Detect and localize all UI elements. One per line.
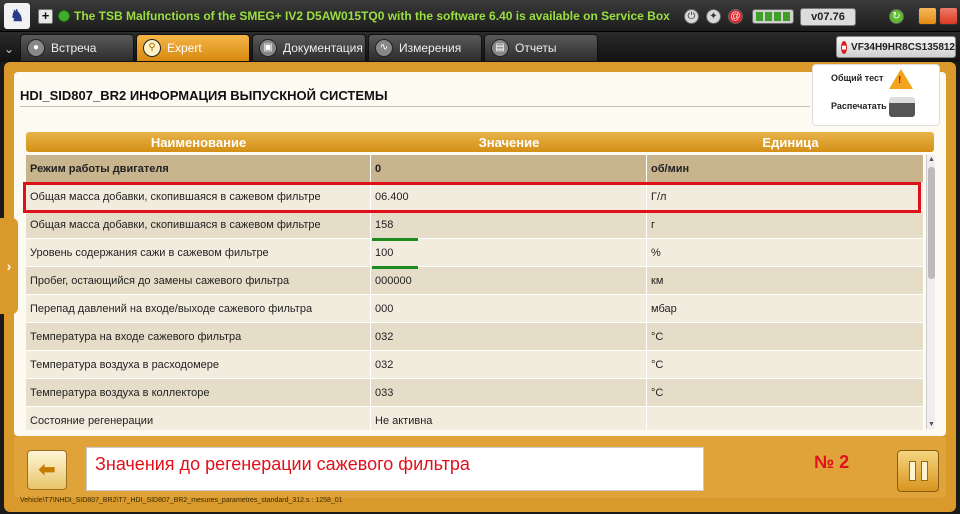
cell-value: 000000	[371, 267, 647, 294]
cell-name: Пробег, остающийся до замены сажевого фи…	[26, 267, 371, 294]
table-row[interactable]: Общая масса добавки, скопившаяся в сажев…	[26, 183, 924, 211]
table-row[interactable]: Температура на входе сажевого фильтра 03…	[26, 323, 924, 351]
cell-unit: %	[647, 239, 924, 266]
cell-value: 032	[371, 323, 647, 350]
cell-unit: г	[647, 211, 924, 238]
meeting-icon: ●	[27, 39, 45, 57]
stop-icon: ■	[841, 40, 848, 54]
cell-value: 032	[371, 351, 647, 378]
table-row[interactable]: Состояние регенерации Не активна	[26, 407, 924, 430]
table-header: Наименование Значение Единица	[26, 132, 934, 152]
page-title: HDI_SID807_BR2 ИНФОРМАЦИЯ ВЫПУСКНОЙ СИСТ…	[20, 88, 388, 103]
cell-value: Не активна	[371, 407, 647, 430]
table-row[interactable]: Режим работы двигателя 0 об/мин	[26, 155, 924, 183]
documentation-icon: ▣	[259, 39, 277, 57]
close-button[interactable]	[939, 7, 958, 25]
tab-reports[interactable]: ▤ Отчеты	[484, 34, 598, 62]
tab-meeting[interactable]: ● Встреча	[20, 34, 134, 62]
cell-value: 0	[371, 155, 647, 182]
cell-value: 06.400	[371, 183, 647, 210]
add-button[interactable]: +	[38, 9, 53, 24]
power-icon[interactable]: ⏻	[684, 9, 699, 24]
print-button[interactable]: Распечатать	[831, 101, 887, 111]
tab-label: Expert	[167, 41, 202, 55]
chevron-down-icon[interactable]: ⌄	[4, 42, 14, 56]
printer-icon[interactable]	[889, 97, 915, 117]
cell-unit	[647, 407, 924, 430]
pause-button[interactable]	[897, 450, 939, 492]
tab-documentation[interactable]: ▣ Документация	[252, 34, 366, 62]
measurement-icon: ∿	[375, 39, 393, 57]
column-header-name[interactable]: Наименование	[26, 132, 371, 152]
notification-dot-icon	[58, 10, 70, 22]
vin-number: VF34H9HR8CS135812	[851, 41, 955, 53]
table-row[interactable]: Температура воздуха в расходомере 032 °C	[26, 351, 924, 379]
cell-name: Температура воздуха в расходомере	[26, 351, 371, 378]
cell-unit: °C	[647, 323, 924, 350]
warning-icon[interactable]: !	[889, 69, 913, 89]
peugeot-lion-icon: ♞	[4, 3, 30, 29]
scroll-thumb[interactable]	[928, 167, 935, 279]
scroll-up-icon[interactable]: ▲	[927, 155, 936, 164]
cell-unit: об/мин	[647, 155, 924, 182]
tab-label: Встреча	[51, 41, 97, 55]
general-test-button[interactable]: Общий тест	[831, 73, 883, 83]
title-divider	[20, 106, 810, 107]
tabs-bar: ⌄ ● Встреча ⚲ Expert ▣ Документация ∿ Из…	[0, 32, 960, 62]
cell-name: Общая масса добавки, скопившаяся в сажев…	[26, 211, 371, 238]
cell-name: Состояние регенерации	[26, 407, 371, 430]
version-label: v07.76	[800, 8, 856, 26]
cell-unit: Г/л	[647, 183, 924, 210]
minimize-button[interactable]	[918, 7, 937, 25]
table-row[interactable]: Уровень содержания сажи в сажевом фильтр…	[26, 239, 924, 267]
title-bar: ♞ + The TSB Malfunctions of the SMEG+ IV…	[0, 0, 960, 32]
tab-expert[interactable]: ⚲ Expert	[136, 34, 250, 62]
email-icon[interactable]: @	[728, 9, 743, 24]
tsb-notice[interactable]: The TSB Malfunctions of the SMEG+ IV2 D5…	[74, 9, 670, 23]
cell-name: Общая масса добавки, скопившаяся в сажев…	[26, 183, 371, 210]
cell-name: Уровень содержания сажи в сажевом фильтр…	[26, 239, 371, 266]
cell-name: Режим работы двигателя	[26, 155, 371, 182]
cell-value: 000	[371, 295, 647, 322]
table-row[interactable]: Общая масса добавки, скопившаяся в сажев…	[26, 211, 924, 239]
column-header-unit[interactable]: Единица	[647, 132, 934, 152]
green-underline	[372, 266, 418, 269]
green-underline	[372, 238, 418, 241]
table-row[interactable]: Пробег, остающийся до замены сажевого фи…	[26, 267, 924, 295]
annotation-number: № 2	[814, 452, 850, 472]
annotation-note: Значения до регенерации сажевого фильтра	[86, 447, 704, 491]
cell-name: Перепад давлений на входе/выходе сажевог…	[26, 295, 371, 322]
file-path: Vehicle\T7\NHDI_SID807_BR2\T7_HDI_SID807…	[20, 497, 343, 504]
tab-label: Документация	[283, 41, 363, 55]
arrow-left-icon: ⬅	[38, 459, 56, 481]
tab-label: Измерения	[399, 41, 462, 55]
cell-unit: °C	[647, 351, 924, 378]
side-expand-icon[interactable]: ›	[0, 218, 18, 314]
parameters-table: Режим работы двигателя 0 об/мин Общая ма…	[26, 155, 924, 430]
tab-label: Отчеты	[515, 41, 557, 55]
table-row[interactable]: Перепад давлений на входе/выходе сажевог…	[26, 295, 924, 323]
cell-value: 158	[371, 211, 647, 238]
cell-unit: км	[647, 267, 924, 294]
scroll-down-icon[interactable]: ▼	[927, 420, 936, 429]
refresh-icon[interactable]: ↻	[889, 9, 904, 24]
cell-unit: мбар	[647, 295, 924, 322]
table-scrollbar[interactable]: ▲ ▼	[926, 155, 935, 429]
cell-name: Температура на входе сажевого фильтра	[26, 323, 371, 350]
cell-value: 100	[371, 239, 647, 266]
actions-box: Общий тест ! Распечатать	[812, 64, 940, 126]
vin-badge[interactable]: ■ VF34H9HR8CS135812	[836, 36, 956, 58]
cell-name: Температура воздуха в коллекторе	[26, 379, 371, 406]
column-header-value[interactable]: Значение	[371, 132, 647, 152]
search-icon: ⚲	[143, 39, 161, 57]
reports-icon: ▤	[491, 39, 509, 57]
back-button[interactable]: ⬅	[27, 450, 67, 490]
tab-measurements[interactable]: ∿ Измерения	[368, 34, 482, 62]
wrench-icon[interactable]: ✦	[706, 9, 721, 24]
battery-icon	[752, 9, 794, 24]
table-row[interactable]: Температура воздуха в коллекторе 033 °C	[26, 379, 924, 407]
cell-unit: °C	[647, 379, 924, 406]
cell-value: 033	[371, 379, 647, 406]
